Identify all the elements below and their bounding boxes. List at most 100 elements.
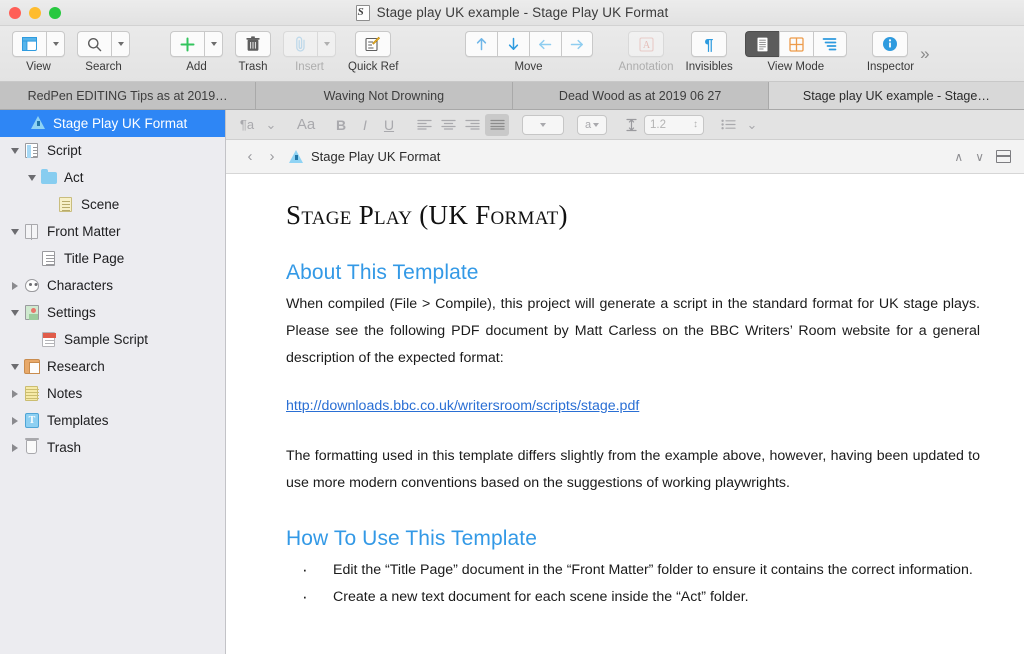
view-mode-outline-icon[interactable] <box>812 31 847 57</box>
move-down-icon[interactable] <box>496 31 529 57</box>
settings-photo-icon <box>22 304 42 321</box>
align-center-button[interactable] <box>437 114 459 136</box>
notes-icon <box>22 385 42 402</box>
view-mode-document-icon[interactable] <box>744 31 779 57</box>
front-matter-icon <box>22 223 42 240</box>
sidebar-item-characters[interactable]: Characters <box>0 272 225 299</box>
triangle-warning-icon <box>28 115 48 132</box>
sidebar-label: Characters <box>47 278 114 293</box>
search-icon[interactable] <box>77 31 111 57</box>
minimize-button[interactable] <box>29 6 41 19</box>
tab-redpen-editing-tips[interactable]: RedPen EDITING Tips as at 2019… <box>0 82 257 109</box>
toolbar-item-quick-ref[interactable]: Quick Ref <box>348 26 399 73</box>
toolbar-item-trash[interactable]: Trash <box>235 26 271 73</box>
toolbar-item-invisibles[interactable]: ¶ Invisibles <box>686 26 733 73</box>
toolbar-item-add[interactable]: Add <box>170 26 223 73</box>
sidebar-item-templates[interactable]: T Templates <box>0 407 225 434</box>
view-layout-icon[interactable] <box>12 31 46 57</box>
toolbar-item-insert[interactable]: Insert <box>283 26 336 73</box>
sidebar-item-settings[interactable]: Settings <box>0 299 225 326</box>
insert-menu-caret[interactable] <box>317 31 336 57</box>
disclosure-triangle-script[interactable] <box>8 147 22 154</box>
sidebar-item-script[interactable]: Script <box>0 137 225 164</box>
sidebar-item-notes[interactable]: Notes <box>0 380 225 407</box>
paperclip-icon[interactable] <box>283 31 317 57</box>
toolbar-label-trash: Trash <box>238 61 268 73</box>
research-icon <box>22 358 42 375</box>
sidebar-item-trash[interactable]: Trash <box>0 434 225 461</box>
zoom-button[interactable] <box>49 6 61 19</box>
disclosure-triangle-settings[interactable] <box>8 309 22 316</box>
bold-button[interactable]: B <box>330 114 352 136</box>
disclosure-triangle-templates[interactable] <box>8 416 22 425</box>
paragraph-style-icon[interactable]: ¶a <box>236 114 258 136</box>
italic-button[interactable]: I <box>354 114 376 136</box>
tab-stage-play-uk-example[interactable]: Stage play UK example - Stage… <box>768 82 1024 109</box>
split-editor-icon[interactable] <box>996 150 1011 163</box>
move-right-icon[interactable] <box>560 31 593 57</box>
disclosure-triangle-trash[interactable] <box>8 443 22 452</box>
align-right-button[interactable] <box>461 114 483 136</box>
toolbar-label-insert: Insert <box>295 61 324 73</box>
toolbar-item-inspector[interactable]: Inspector <box>867 26 914 73</box>
scroll-up-button[interactable]: ∧ <box>954 150 963 164</box>
sidebar-item-sample-script[interactable]: Sample Script <box>0 326 225 353</box>
sidebar-item-act[interactable]: Act <box>0 164 225 191</box>
plus-icon[interactable] <box>170 31 204 57</box>
sidebar-item-stage-play-uk-format[interactable]: Stage Play UK Format <box>0 110 225 137</box>
quick-reference-icon[interactable] <box>355 31 392 57</box>
toolbar-item-view[interactable]: View <box>12 26 65 73</box>
toolbar-item-view-mode[interactable]: View Mode <box>744 26 847 73</box>
svg-text:A: A <box>642 40 650 51</box>
move-up-icon[interactable] <box>464 31 497 57</box>
paragraph-style-caret-icon[interactable]: ⌄ <box>260 114 282 136</box>
binder-sidebar[interactable]: Stage Play UK Format Script Act Scene Fr… <box>0 110 226 654</box>
align-justify-button[interactable] <box>485 113 509 136</box>
line-spacing-icon[interactable] <box>620 114 642 136</box>
move-left-icon[interactable] <box>528 31 561 57</box>
underline-button[interactable]: U <box>378 114 400 136</box>
sidebar-item-research[interactable]: Research <box>0 353 225 380</box>
sidebar-label: Stage Play UK Format <box>53 116 188 131</box>
bullet-list-icon[interactable] <box>717 114 739 136</box>
font-family-select[interactable] <box>522 114 564 135</box>
nav-forward-button[interactable]: › <box>261 148 283 165</box>
close-button[interactable] <box>9 6 21 19</box>
bullet-list-caret-icon[interactable]: ⌄ <box>741 114 763 136</box>
view-mode-corkboard-icon[interactable] <box>778 31 813 57</box>
trash-icon[interactable] <box>235 31 271 57</box>
annotation-a-icon[interactable]: A <box>628 31 664 57</box>
document-body[interactable]: Stage Play (UK Format) About This Templa… <box>226 174 1024 654</box>
align-left-button[interactable] <box>413 114 435 136</box>
text-color-button[interactable]: a <box>577 114 607 135</box>
sidebar-item-scene[interactable]: Scene <box>0 191 225 218</box>
search-menu-caret[interactable] <box>111 31 130 57</box>
nav-back-button[interactable]: ‹ <box>239 148 261 165</box>
add-menu-caret[interactable] <box>204 31 223 57</box>
toolbar-overflow-button[interactable]: » <box>920 44 930 64</box>
pilcrow-icon[interactable]: ¶ <box>691 31 728 57</box>
toolbar-item-move[interactable]: Move <box>464 26 593 73</box>
bbc-stage-pdf-link[interactable]: http://downloads.bbc.co.uk/writersroom/s… <box>286 398 639 414</box>
sidebar-item-title-page[interactable]: Title Page <box>0 245 225 272</box>
sidebar-label: Scene <box>81 197 120 212</box>
view-menu-caret[interactable] <box>46 31 65 57</box>
sidebar-label: Trash <box>47 440 82 455</box>
sidebar-item-front-matter[interactable]: Front Matter <box>0 218 225 245</box>
toolbar-item-annotation[interactable]: A Annotation <box>619 26 674 73</box>
disclosure-triangle-front-matter[interactable] <box>8 228 22 235</box>
line-spacing-stepper[interactable]: 1.2 ↕ <box>644 114 704 135</box>
tab-waving-not-drowning[interactable]: Waving Not Drowning <box>256 82 513 109</box>
disclosure-triangle-characters[interactable] <box>8 281 22 290</box>
scroll-down-button[interactable]: ∨ <box>975 150 984 164</box>
disclosure-triangle-research[interactable] <box>8 363 22 370</box>
editor-pane: ¶a ⌄ Aa B I U a 1.2 ↕ ⌄ ‹ › Stage Play U… <box>226 110 1024 654</box>
disclosure-triangle-notes[interactable] <box>8 389 22 398</box>
toolbar-item-search[interactable]: Search <box>77 26 130 73</box>
info-icon[interactable] <box>872 31 909 57</box>
tab-dead-wood[interactable]: Dead Wood as at 2019 06 27 <box>512 82 769 109</box>
script-doc-icon <box>22 142 42 159</box>
disclosure-triangle-act[interactable] <box>25 174 39 181</box>
font-panel-icon[interactable]: Aa <box>295 114 317 136</box>
text-doc-icon <box>39 250 59 267</box>
